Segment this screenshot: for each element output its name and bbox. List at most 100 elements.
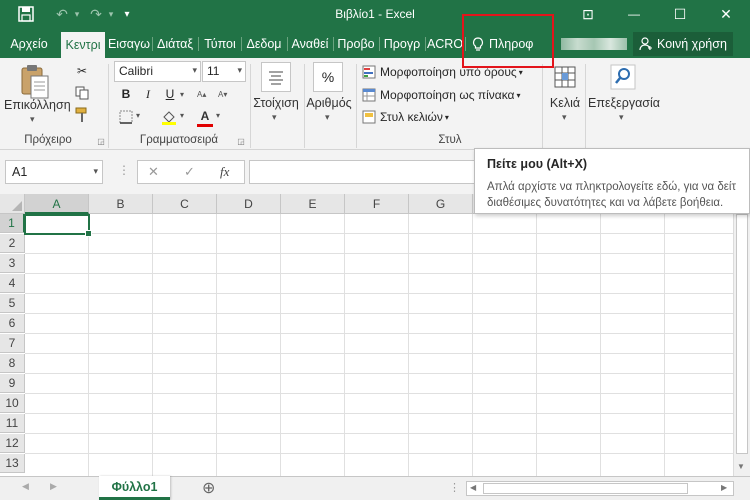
borders-icon[interactable] [117,108,135,126]
alignment-dropdown-icon[interactable]: ▾ [272,112,277,123]
name-box[interactable]: A1 ▾ [5,160,103,184]
editing-dropdown-icon[interactable]: ▾ [619,112,624,123]
row-header[interactable]: 7 [0,334,25,353]
italic-button[interactable]: I [139,85,157,103]
row-header[interactable]: 3 [0,254,25,273]
bold-button[interactable]: B [117,85,135,103]
alignment-button[interactable]: Στοίχιση [252,96,300,110]
worksheet-grid[interactable]: A B C D E F G H I J K 1 2 3 4 5 6 7 8 9 … [0,194,750,476]
sheet-tab[interactable]: Φύλλο1 [99,476,170,500]
column-header[interactable]: A [25,194,89,214]
format-painter-icon[interactable] [73,106,91,124]
vertical-scrollbar[interactable]: ▲ ▼ [733,194,750,476]
cells-button[interactable]: Κελιά [546,96,584,110]
cut-icon[interactable]: ✂ [73,62,91,80]
row-header[interactable]: 11 [0,414,25,433]
account-name[interactable] [561,38,627,50]
tab-home[interactable]: Κεντρι [61,32,105,58]
cells-dropdown-icon[interactable]: ▾ [562,112,567,123]
clipboard-launcher-icon[interactable]: ◲ [96,136,106,146]
name-box-value: A1 [12,165,28,179]
scroll-right-icon[interactable]: ▶ [721,483,727,492]
percent-icon[interactable]: % [313,62,343,92]
grid-line [25,413,750,414]
formula-input[interactable] [249,160,489,184]
copy-icon[interactable] [73,84,91,102]
previous-sheet-icon[interactable]: ◀ [22,481,29,492]
horizontal-scroll-thumb[interactable] [483,483,688,494]
vertical-scroll-thumb[interactable] [736,214,748,454]
row-header[interactable]: 1 [0,214,25,233]
font-launcher-icon[interactable]: ◲ [236,136,246,146]
row-header[interactable]: 4 [0,274,25,293]
tooltip-title: Πείτε μου (Alt+X) [487,157,588,171]
column-header[interactable]: D [217,194,281,214]
tab-view[interactable]: Προβο [335,33,377,55]
underline-button[interactable]: U [161,85,179,103]
chevron-down-icon: ▾ [516,90,521,100]
ribbon-display-options-icon[interactable]: ⊡ [565,0,611,28]
editing-button[interactable]: Επεξεργασία [588,96,660,110]
column-header[interactable]: E [281,194,345,214]
paste-icon[interactable] [16,64,52,102]
tab-page-layout[interactable]: Διάταξ [154,33,196,55]
font-size-combo[interactable]: 11 ▾ [202,61,246,82]
row-header[interactable]: 12 [0,434,25,453]
insert-function-icon[interactable]: fx [220,164,229,180]
add-sheet-icon[interactable]: ⊕ [202,478,215,498]
share-button[interactable]: Κοινή χρήση [633,32,733,56]
font-color-icon[interactable]: A [196,107,214,125]
enter-formula-icon[interactable]: ✓ [184,164,195,180]
row-header[interactable]: 5 [0,294,25,313]
horizontal-scrollbar[interactable]: ◀ ▶ [466,481,734,496]
tab-developer[interactable]: Προγρ [381,33,423,55]
cancel-formula-icon[interactable]: ✕ [148,164,159,180]
tab-acrobat[interactable]: ACRO [427,33,463,55]
search-icon[interactable] [610,62,636,92]
maximize-button[interactable]: ☐ [657,0,703,28]
formula-bar-grip-icon[interactable]: ⋮ [118,163,130,177]
active-cell[interactable] [24,214,92,237]
cells-icon[interactable] [552,62,578,92]
minimize-button[interactable]: — [611,0,657,28]
font-size-increase-icon[interactable]: A▴ [197,90,206,99]
next-sheet-icon[interactable]: ▶ [50,481,57,492]
tab-formulas[interactable]: Τύποι [200,33,240,55]
fill-color-icon[interactable] [160,108,178,126]
scroll-left-icon[interactable]: ◀ [470,483,476,492]
format-as-table-button[interactable]: Μορφοποίηση ως πίνακα ▾ [362,86,538,104]
column-header[interactable]: B [89,194,153,214]
row-header[interactable]: 2 [0,234,25,253]
paste-dropdown-icon[interactable]: ▾ [30,114,35,125]
row-header[interactable]: 8 [0,354,25,373]
font-color-dropdown-icon[interactable]: ▾ [216,111,220,120]
borders-dropdown-icon[interactable]: ▾ [136,111,140,120]
group-separator [108,64,109,148]
cell-styles-button[interactable]: Στυλ κελιών ▾ [362,108,538,126]
fill-color-dropdown-icon[interactable]: ▾ [180,111,184,120]
column-header[interactable]: G [409,194,473,214]
close-button[interactable]: ✕ [703,0,749,28]
tab-insert[interactable]: Εισαγω [107,33,151,55]
column-header[interactable]: C [153,194,217,214]
row-header[interactable]: 6 [0,314,25,333]
tab-file[interactable]: Αρχείο [4,33,54,55]
number-dropdown-icon[interactable]: ▾ [325,112,330,123]
number-button[interactable]: Αριθμός [303,96,355,110]
alignment-icon[interactable] [261,62,291,92]
paste-button[interactable]: Επικόλληση [4,98,71,112]
tab-data[interactable]: Δεδομ [243,33,285,55]
font-size-decrease-icon[interactable]: A▾ [218,90,227,99]
column-header[interactable]: F [345,194,409,214]
row-header[interactable]: 10 [0,394,25,413]
underline-dropdown-icon[interactable]: ▾ [180,90,184,99]
scroll-down-icon[interactable]: ▼ [737,462,745,471]
select-all-button[interactable] [0,194,25,214]
row-header[interactable]: 9 [0,374,25,393]
grid-line [25,373,750,374]
tab-review[interactable]: Αναθεί [289,33,331,55]
row-header[interactable]: 13 [0,454,25,473]
tab-split-handle[interactable]: ⋮ [449,481,460,494]
font-name-combo[interactable]: Calibri ▾ [114,61,201,82]
grid-line [25,353,750,354]
